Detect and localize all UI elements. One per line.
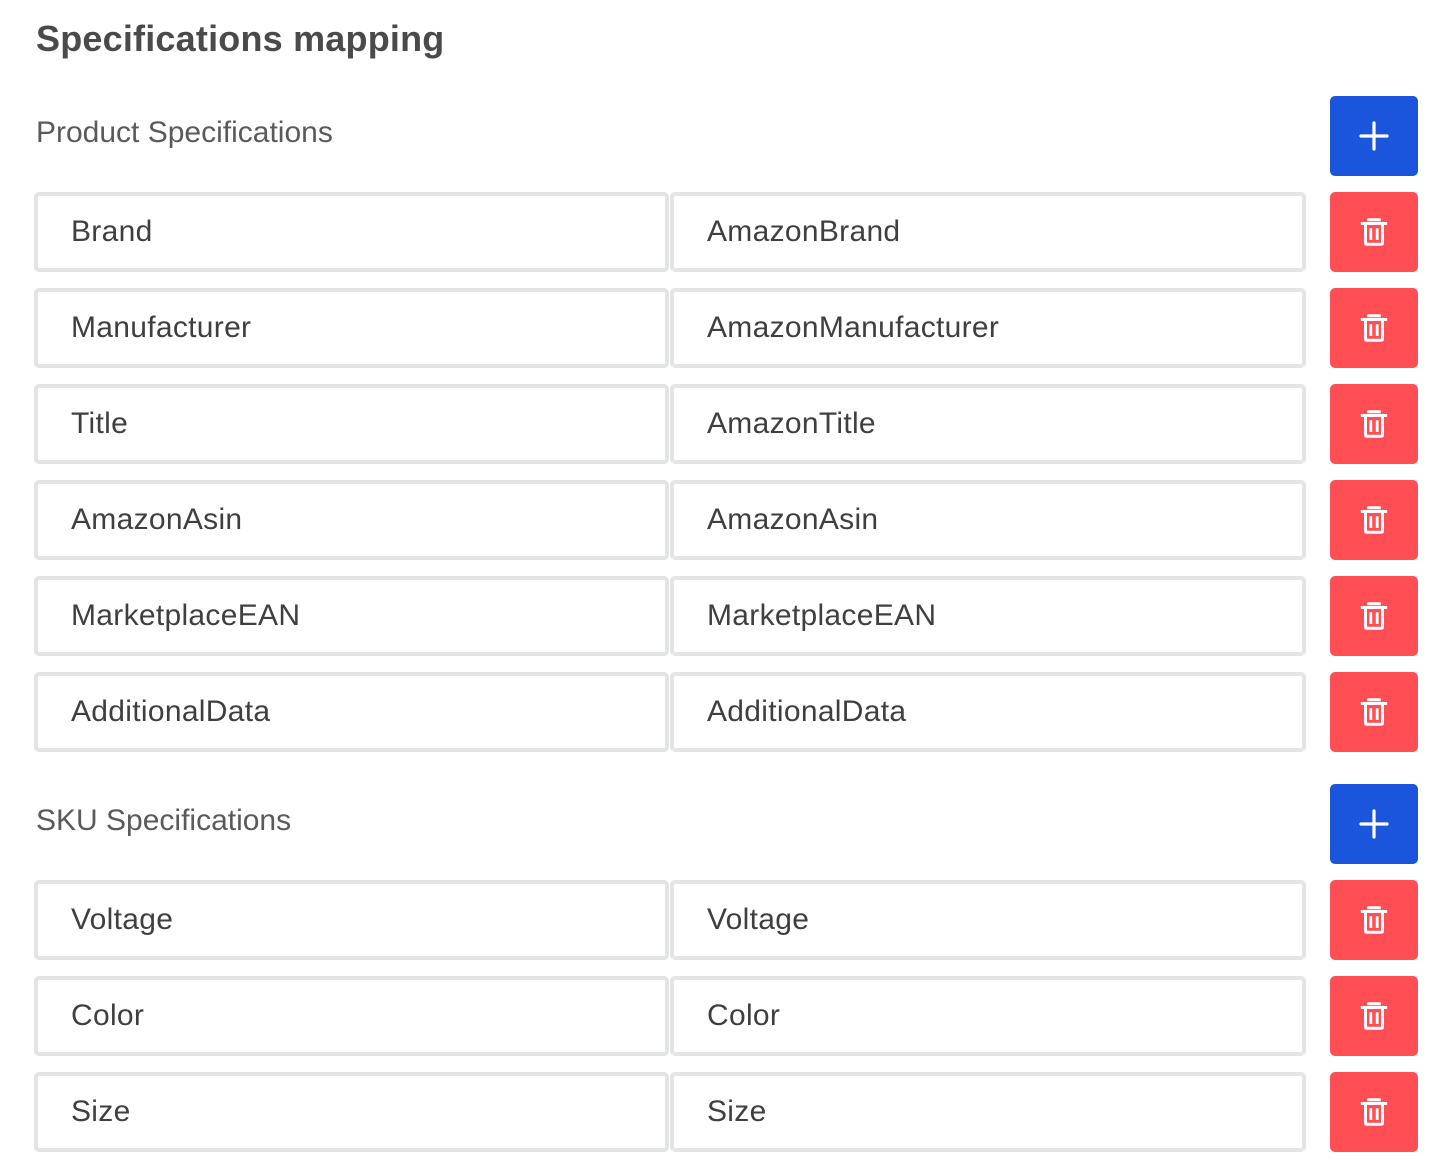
mapping-row: Brand AmazonBrand [34,192,1418,272]
source-spec-field[interactable]: Brand [34,192,669,272]
section-header: SKU Specifications [34,784,1418,864]
mapping-row: AmazonAsin AmazonAsin [34,480,1418,560]
delete-mapping-button[interactable] [1330,976,1418,1056]
trash-icon [1360,906,1388,934]
target-spec-field[interactable]: AmazonBrand [670,192,1306,272]
target-spec-field[interactable]: AmazonManufacturer [670,288,1306,368]
mapping-row: Manufacturer AmazonManufacturer [34,288,1418,368]
trash-icon [1360,218,1388,246]
section-header: Product Specifications [34,96,1418,176]
mapping-list: Voltage Voltage Color Color Size Size [34,880,1418,1152]
add-product-specification-button[interactable] [1330,96,1418,176]
section-title: Product Specifications [36,116,333,149]
plus-icon [1359,121,1389,151]
source-spec-field[interactable]: Size [34,1072,669,1152]
trash-icon [1360,410,1388,438]
source-spec-field[interactable]: Title [34,384,669,464]
mapping-row: MarketplaceEAN MarketplaceEAN [34,576,1418,656]
target-spec-field[interactable]: Color [670,976,1306,1056]
delete-mapping-button[interactable] [1330,480,1418,560]
target-spec-field[interactable]: Size [670,1072,1306,1152]
delete-mapping-button[interactable] [1330,672,1418,752]
delete-mapping-button[interactable] [1330,384,1418,464]
delete-mapping-button[interactable] [1330,1072,1418,1152]
delete-mapping-button[interactable] [1330,880,1418,960]
mapping-row: Voltage Voltage [34,880,1418,960]
product-specifications-section: Product Specifications Brand AmazonBrand… [34,96,1418,752]
source-spec-field[interactable]: AdditionalData [34,672,669,752]
target-spec-field[interactable]: AdditionalData [670,672,1306,752]
trash-icon [1360,602,1388,630]
target-spec-field[interactable]: Voltage [670,880,1306,960]
mapping-row: Color Color [34,976,1418,1056]
trash-icon [1360,314,1388,342]
source-spec-field[interactable]: AmazonAsin [34,480,669,560]
target-spec-field[interactable]: AmazonTitle [670,384,1306,464]
target-spec-field[interactable]: AmazonAsin [670,480,1306,560]
trash-icon [1360,698,1388,726]
delete-mapping-button[interactable] [1330,192,1418,272]
mapping-row: Title AmazonTitle [34,384,1418,464]
trash-icon [1360,1098,1388,1126]
trash-icon [1360,506,1388,534]
delete-mapping-button[interactable] [1330,288,1418,368]
target-spec-field[interactable]: MarketplaceEAN [670,576,1306,656]
source-spec-field[interactable]: Manufacturer [34,288,669,368]
section-title: SKU Specifications [36,804,292,837]
mapping-row: AdditionalData AdditionalData [34,672,1418,752]
source-spec-field[interactable]: Voltage [34,880,669,960]
plus-icon [1359,809,1389,839]
trash-icon [1360,1002,1388,1030]
page-title: Specifications mapping [36,18,445,59]
mapping-list: Brand AmazonBrand Manufacturer AmazonMan… [34,192,1418,752]
add-sku-specification-button[interactable] [1330,784,1418,864]
sku-specifications-section: SKU Specifications Voltage Voltage Color… [34,784,1418,1152]
delete-mapping-button[interactable] [1330,576,1418,656]
source-spec-field[interactable]: Color [34,976,669,1056]
mapping-row: Size Size [34,1072,1418,1152]
source-spec-field[interactable]: MarketplaceEAN [34,576,669,656]
